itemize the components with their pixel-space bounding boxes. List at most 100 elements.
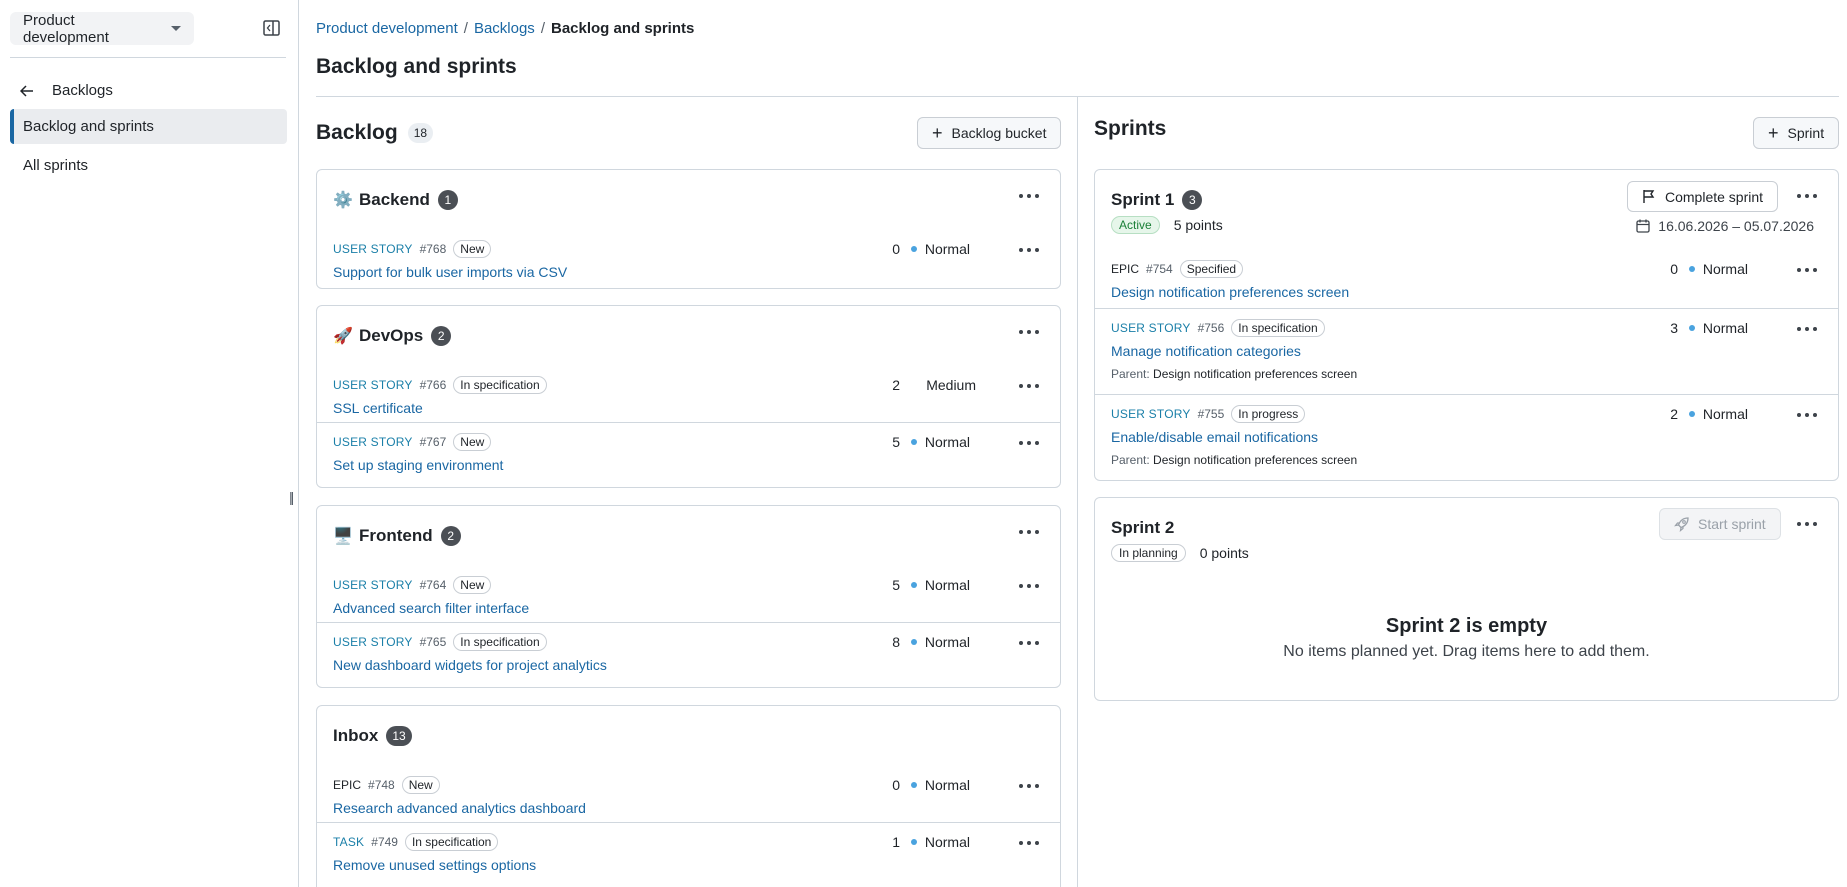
list-item[interactable]: USER STORY #765 In specification New das… xyxy=(317,622,1060,688)
bucket-menu-button[interactable] xyxy=(1014,520,1044,544)
parent-label: Parent: xyxy=(1111,367,1150,381)
sidebar-item-label: Backlog and sprints xyxy=(23,118,154,135)
item-title-link[interactable]: Set up staging environment xyxy=(333,457,503,473)
item-menu-button[interactable] xyxy=(1014,831,1044,855)
item-id: #756 xyxy=(1197,321,1225,335)
item-id: #768 xyxy=(419,242,447,256)
priority-dot xyxy=(910,639,917,645)
item-points: 1 xyxy=(892,834,900,850)
priority-label: Normal xyxy=(924,777,970,793)
list-item[interactable]: USER STORY #768 New Support for bulk use… xyxy=(317,230,1060,290)
list-item[interactable]: USER STORY #767 New Set up staging envir… xyxy=(317,422,1060,488)
item-title-link[interactable]: Remove unused settings options xyxy=(333,857,536,873)
start-sprint-button[interactable]: Start sprint xyxy=(1659,508,1781,540)
item-menu-button[interactable] xyxy=(1014,574,1044,598)
back-to-backlogs-link[interactable]: Backlogs xyxy=(20,82,113,99)
list-item[interactable]: USER STORY #764 New Advanced search filt… xyxy=(317,566,1060,626)
item-meta: USER STORY #765 In specification xyxy=(333,633,547,651)
item-menu-button[interactable] xyxy=(1792,403,1822,427)
item-id: #764 xyxy=(419,578,447,592)
item-menu-button[interactable] xyxy=(1014,374,1044,398)
sprint-name: Sprint 2 xyxy=(1111,518,1175,537)
sidebar-collapse-button[interactable] xyxy=(259,17,283,39)
item-title-link[interactable]: Design notification preferences screen xyxy=(1111,284,1349,300)
item-priority: Normal xyxy=(910,434,970,450)
empty-state-title: Sprint 2 is empty xyxy=(1385,615,1548,637)
item-meta: USER STORY #764 New xyxy=(333,576,492,594)
bucket-header: Inbox 13 xyxy=(333,706,412,766)
list-item[interactable]: USER STORY #756 In specification Manage … xyxy=(1095,308,1838,394)
plus-icon: + xyxy=(1768,123,1779,143)
item-id: #767 xyxy=(419,435,447,449)
list-item[interactable]: USER STORY #766 In specification SSL cer… xyxy=(317,366,1060,426)
item-title-link[interactable]: New dashboard widgets for project analyt… xyxy=(333,657,607,673)
priority-label: Normal xyxy=(924,241,970,257)
item-menu-button[interactable] xyxy=(1014,238,1044,262)
project-select-label: Product development xyxy=(23,11,109,46)
item-points: 8 xyxy=(892,634,900,650)
calendar-icon xyxy=(1636,219,1650,233)
status-badge: New xyxy=(401,776,440,794)
arrow-left-icon xyxy=(20,84,33,97)
item-title-link[interactable]: Support for bulk user imports via CSV xyxy=(333,264,567,280)
rocket-icon xyxy=(1674,516,1689,532)
list-item[interactable]: TASK #749 In specification Remove unused… xyxy=(317,822,1060,887)
item-meta: USER STORY #766 In specification xyxy=(333,376,547,394)
project-select[interactable]: Product development xyxy=(10,11,194,46)
sprints-title: Sprints xyxy=(1094,117,1167,140)
sprint-info: In planning 0 points xyxy=(1111,544,1249,562)
item-type: EPIC xyxy=(1111,262,1140,276)
parent-title[interactable]: Design notification preferences screen xyxy=(1153,367,1357,381)
sprint-status-badge: In planning xyxy=(1111,544,1186,562)
add-backlog-bucket-label: Backlog bucket xyxy=(951,125,1047,141)
item-menu-button[interactable] xyxy=(1014,631,1044,655)
status-badge: In specification xyxy=(1231,319,1325,337)
page-title: Backlog and sprints xyxy=(316,55,517,78)
status-badge: New xyxy=(453,576,492,594)
priority-label: Medium xyxy=(926,377,976,393)
item-title-link[interactable]: Manage notification categories xyxy=(1111,343,1301,359)
priority-dot xyxy=(1688,266,1695,272)
sprint-menu-button[interactable] xyxy=(1792,512,1822,536)
bucket-frontend: 🖥️ Frontend 2 USER STORY #764 New Advanc… xyxy=(316,505,1061,688)
item-title-link[interactable]: Enable/disable email notifications xyxy=(1111,429,1318,445)
item-type: TASK xyxy=(333,835,365,849)
priority-label: Normal xyxy=(924,434,970,450)
item-title-link[interactable]: SSL certificate xyxy=(333,400,423,416)
item-title-link[interactable]: Research advanced analytics dashboard xyxy=(333,800,586,816)
parent-title[interactable]: Design notification preferences screen xyxy=(1153,453,1357,467)
item-type: USER STORY xyxy=(333,578,413,592)
item-points: 0 xyxy=(892,777,900,793)
list-item[interactable]: USER STORY #755 In progress Enable/disab… xyxy=(1095,394,1838,480)
sidebar-item-all-sprints[interactable]: All sprints xyxy=(10,148,287,183)
item-title-link[interactable]: Advanced search filter interface xyxy=(333,600,529,616)
sidebar-resize-handle[interactable]: || xyxy=(289,489,294,505)
breadcrumb-link-backlogs[interactable]: Backlogs xyxy=(474,20,535,37)
breadcrumb-link-project[interactable]: Product development xyxy=(316,20,458,37)
item-type: USER STORY xyxy=(333,435,413,449)
bucket-menu-button[interactable] xyxy=(1014,320,1044,344)
add-backlog-bucket-button[interactable]: + Backlog bucket xyxy=(917,117,1062,149)
complete-sprint-button[interactable]: Complete sprint xyxy=(1627,181,1779,212)
sidebar-item-backlog-and-sprints[interactable]: Backlog and sprints xyxy=(10,109,287,144)
sprint-menu-button[interactable] xyxy=(1792,184,1822,208)
item-menu-button[interactable] xyxy=(1014,431,1044,455)
item-menu-button[interactable] xyxy=(1014,774,1044,798)
bucket-menu-button[interactable] xyxy=(1014,184,1044,208)
item-type: USER STORY xyxy=(1111,407,1191,421)
item-menu-button[interactable] xyxy=(1792,317,1822,341)
item-menu-button[interactable] xyxy=(1792,258,1822,282)
list-item[interactable]: EPIC #748 New Research advanced analytic… xyxy=(317,766,1060,826)
item-meta: USER STORY #768 New xyxy=(333,240,492,258)
priority-dot xyxy=(910,246,917,252)
add-sprint-button[interactable]: + Sprint xyxy=(1753,117,1840,149)
add-sprint-label: Sprint xyxy=(1787,125,1825,141)
list-item[interactable]: EPIC #754 Specified Design notification … xyxy=(1095,250,1838,310)
bucket-name: Backend xyxy=(359,190,430,209)
sprint-dates: 16.06.2026 – 05.07.2026 xyxy=(1636,218,1814,234)
start-sprint-label: Start sprint xyxy=(1698,516,1766,532)
sidebar-toggle-icon xyxy=(262,20,280,36)
sprints-header: Sprints xyxy=(1094,117,1166,141)
priority-dot xyxy=(910,839,917,845)
backlog-header: Backlog 18 xyxy=(316,121,434,145)
